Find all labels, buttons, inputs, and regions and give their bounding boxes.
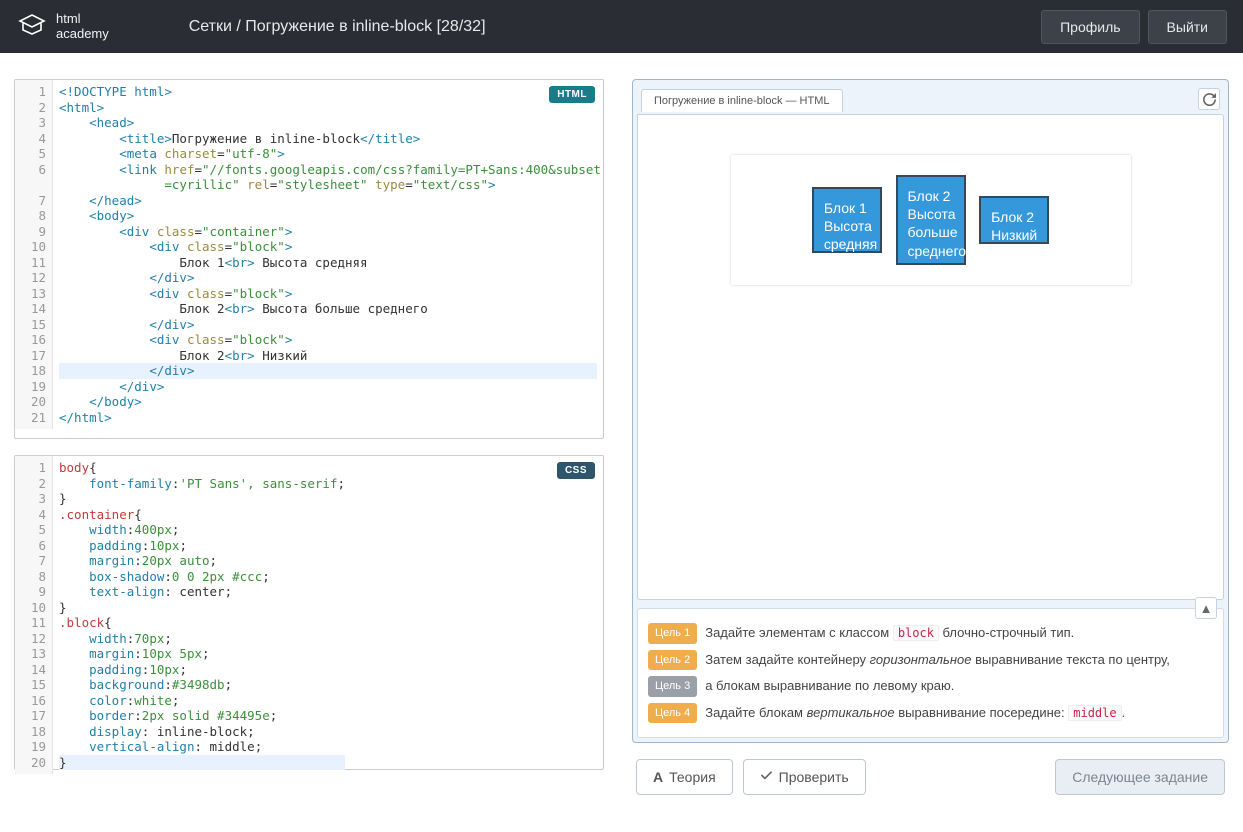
css-source[interactable]: body{ font-family:'PT Sans', sans-serif;… bbox=[53, 456, 351, 774]
goal-2: Цель 2 Затем задайте контейнеру горизонт… bbox=[648, 650, 1213, 671]
collapse-goals-button[interactable]: ▲ bbox=[1195, 597, 1217, 619]
breadcrumb-title: Погружение в inline-block bbox=[245, 18, 432, 35]
goals-panel: ▲ Цель 1 Задайте элементам с классом blo… bbox=[637, 608, 1224, 738]
logo-text: html academy bbox=[56, 12, 109, 41]
preview-panel: Погружение в inline-block — HTML Блок 1 … bbox=[632, 79, 1229, 743]
font-icon: A bbox=[653, 769, 663, 785]
goal-badge-3: Цель 3 bbox=[648, 676, 697, 697]
editor-tag-html: HTML bbox=[549, 86, 595, 103]
main-area: HTML 123456 789101112131415161718192021 … bbox=[0, 53, 1243, 805]
goal-4: Цель 4 Задайте блокам вертикальное вырав… bbox=[648, 703, 1213, 724]
next-task-button[interactable]: Следующее задание bbox=[1055, 759, 1225, 795]
actions-row: A Теория Проверить Следующее задание bbox=[632, 759, 1229, 795]
check-icon bbox=[760, 769, 773, 785]
goal-badge-2: Цель 2 bbox=[648, 650, 697, 671]
goal-badge-4: Цель 4 bbox=[648, 703, 697, 724]
breadcrumb-progress: [28/32] bbox=[437, 18, 486, 35]
theory-button[interactable]: A Теория bbox=[636, 759, 733, 795]
preview-block-1: Блок 1 Высота средняя bbox=[812, 187, 882, 253]
gutter-html: 123456 789101112131415161718192021 bbox=[15, 80, 53, 429]
html-editor[interactable]: HTML 123456 789101112131415161718192021 … bbox=[14, 79, 604, 439]
goal-3: Цель 3 а блокам выравнивание по левому к… bbox=[648, 676, 1213, 697]
preview-frame: Блок 1 Высота средняя Блок 2 Высота боль… bbox=[637, 114, 1224, 600]
preview-tab[interactable]: Погружение в inline-block — HTML bbox=[641, 89, 843, 112]
preview-block-2: Блок 2 Высота больше среднего bbox=[896, 175, 966, 265]
right-column: Погружение в inline-block — HTML Блок 1 … bbox=[632, 79, 1229, 795]
css-editor[interactable]: CSS 1234567891011121314151617181920 body… bbox=[14, 455, 604, 770]
preview-block-3: Блок 2 Низкий bbox=[979, 196, 1049, 244]
check-button[interactable]: Проверить bbox=[743, 759, 866, 795]
editors-column: HTML 123456 789101112131415161718192021 … bbox=[14, 79, 604, 795]
goal-badge-1: Цель 1 bbox=[648, 623, 697, 644]
logo[interactable]: html academy bbox=[16, 11, 109, 43]
gutter-css: 1234567891011121314151617181920 bbox=[15, 456, 53, 774]
breadcrumb: Сетки / Погружение в inline-block [28/32… bbox=[189, 18, 1033, 36]
app-header: html academy Сетки / Погружение в inline… bbox=[0, 0, 1243, 53]
refresh-button[interactable] bbox=[1198, 88, 1220, 110]
logo-icon bbox=[16, 11, 48, 43]
editor-tag-css: CSS bbox=[557, 462, 595, 479]
html-source[interactable]: <!DOCTYPE html> <html> <head> <title>Пог… bbox=[53, 80, 603, 429]
breadcrumb-section[interactable]: Сетки bbox=[189, 18, 232, 35]
profile-button[interactable]: Профиль bbox=[1041, 10, 1139, 44]
goal-1: Цель 1 Задайте элементам с классом block… bbox=[648, 623, 1213, 644]
logout-button[interactable]: Выйти bbox=[1148, 10, 1227, 44]
